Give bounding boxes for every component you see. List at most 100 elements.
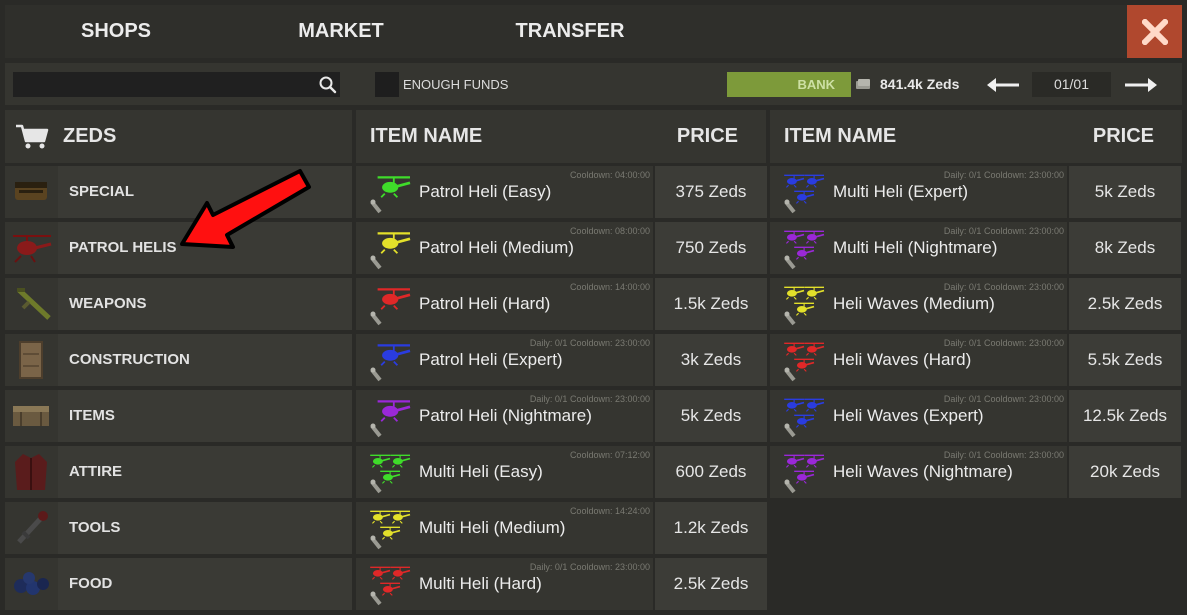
item-name: Patrol Heli (Medium) <box>419 238 574 257</box>
item-name: Multi Heli (Medium) <box>419 518 566 537</box>
helicopter-icon <box>784 286 825 326</box>
item-name-cell: Heli Waves (Hard) Daily: 0/1 Cooldown: 23… <box>770 334 1067 386</box>
helicopter-icon <box>370 288 411 326</box>
helicopter-icon <box>784 230 825 270</box>
close-x-icon <box>1141 18 1168 45</box>
empty-area <box>770 502 1182 612</box>
cart-icon <box>16 124 49 149</box>
berries-icon <box>14 572 49 595</box>
buy-price-button[interactable]: 5.5k Zeds <box>1069 334 1181 386</box>
item-name-cell: Heli Waves (Nightmare) Daily: 0/1 Cooldow… <box>770 446 1067 498</box>
enough-funds-label: ENOUGH FUNDS <box>403 77 509 92</box>
category-icon-box <box>5 334 58 386</box>
buy-price-button[interactable]: 8k Zeds <box>1069 222 1181 274</box>
crate-icon <box>15 182 47 200</box>
money-icon <box>856 79 870 89</box>
arrow-right-icon[interactable] <box>1123 76 1159 94</box>
buy-price-button[interactable]: 3k Zeds <box>655 334 767 386</box>
tab-shops[interactable]: SHOPS <box>76 5 156 58</box>
item-row[interactable]: Heli Waves (Medium) Daily: 0/1 Cooldown: … <box>770 278 1181 330</box>
item-name: Multi Heli (Hard) <box>419 574 542 593</box>
item-row[interactable]: Multi Heli (Easy) Cooldown: 07:12:00 600 Z… <box>356 446 767 498</box>
buy-price-button[interactable]: 12.5k Zeds <box>1069 390 1181 442</box>
helicopter-icon <box>370 400 411 438</box>
item-name-cell: Heli Waves (Expert) Daily: 0/1 Cooldown: … <box>770 390 1067 442</box>
item-row[interactable]: Multi Heli (Medium) Cooldown: 14:24:00 1.2… <box>356 502 767 554</box>
category-attire[interactable]: ATTIRE <box>5 446 352 498</box>
tab-market[interactable]: MARKET <box>295 5 387 58</box>
category-icon-box <box>5 278 58 330</box>
item-row[interactable]: Patrol Heli (Hard) Cooldown: 14:00:00 1.5k… <box>356 278 767 330</box>
helicopter-icon <box>370 566 411 606</box>
item-row[interactable]: Patrol Heli (Medium) Cooldown: 08:00:00 75… <box>356 222 767 274</box>
category-food[interactable]: FOOD <box>5 558 352 610</box>
item-cooldown: Daily: 0/1 Cooldown: 23:00:00 <box>943 394 1064 404</box>
helicopter-icon <box>370 510 411 550</box>
category-icon-box <box>5 502 58 554</box>
buy-price-button[interactable]: 600 Zeds <box>655 446 767 498</box>
wood-door-icon <box>19 341 43 379</box>
item-cooldown: Daily: 0/1 Cooldown: 23:00:00 <box>943 226 1064 236</box>
category-tools[interactable]: TOOLS <box>5 502 352 554</box>
helicopter-icon <box>370 176 411 214</box>
helicopter-icon <box>784 454 825 494</box>
item-name-cell: Multi Heli (Nightmare) Daily: 0/1 Cooldow… <box>770 222 1067 274</box>
category-label: FOOD <box>58 558 352 610</box>
item-cooldown: Daily: 0/1 Cooldown: 23:00:00 <box>943 170 1064 180</box>
price-header: PRICE <box>1092 125 1154 147</box>
item-row[interactable]: Patrol Heli (Expert) Daily: 0/1 Cooldown:… <box>356 334 767 386</box>
item-row[interactable]: Multi Heli (Expert) Daily: 0/1 Cooldown: … <box>770 166 1181 218</box>
helicopter-icon <box>370 344 411 382</box>
tab-transfer[interactable]: TRANSFER <box>510 5 630 58</box>
category-header <box>5 110 352 163</box>
buy-price-button[interactable]: 2.5k Zeds <box>1069 278 1181 330</box>
buy-price-button[interactable]: 1.5k Zeds <box>655 278 767 330</box>
search-input[interactable] <box>13 72 340 97</box>
enough-funds-checkbox[interactable] <box>375 72 399 97</box>
tool-icon <box>17 511 48 544</box>
item-cooldown: Daily: 0/1 Cooldown: 23:00:00 <box>943 282 1064 292</box>
helicopter-icon <box>13 235 52 263</box>
helicopter-icon <box>370 454 411 494</box>
item-name-cell: Multi Heli (Hard) Daily: 0/1 Cooldown: 23… <box>356 558 653 610</box>
item-row[interactable]: Heli Waves (Nightmare) Daily: 0/1 Cooldow… <box>770 446 1181 498</box>
item-cooldown: Daily: 0/1 Cooldown: 23:00:00 <box>529 338 650 348</box>
category-icon-box <box>5 558 58 610</box>
buy-price-button[interactable]: 750 Zeds <box>655 222 767 274</box>
search-icon[interactable] <box>318 75 338 95</box>
category-label: TOOLS <box>58 502 352 554</box>
item-name-cell: Heli Waves (Medium) Daily: 0/1 Cooldown: … <box>770 278 1067 330</box>
category-construction[interactable]: CONSTRUCTION <box>5 334 352 386</box>
item-row[interactable]: Heli Waves (Expert) Daily: 0/1 Cooldown: … <box>770 390 1181 442</box>
buy-price-button[interactable]: 375 Zeds <box>655 166 767 218</box>
item-row[interactable]: Patrol Heli (Easy) Cooldown: 04:00:00 375 … <box>356 166 767 218</box>
item-name-cell: Patrol Heli (Easy) Cooldown: 04:00:00 <box>356 166 653 218</box>
item-row[interactable]: Heli Waves (Hard) Daily: 0/1 Cooldown: 23… <box>770 334 1181 386</box>
category-label: WEAPONS <box>58 278 352 330</box>
item-cooldown: Daily: 0/1 Cooldown: 23:00:00 <box>943 338 1064 348</box>
item-cooldown: Cooldown: 04:00:00 <box>569 170 650 180</box>
buy-price-button[interactable]: 20k Zeds <box>1069 446 1181 498</box>
item-column-header-2: ITEM NAME PRICE <box>770 110 1182 163</box>
category-items[interactable]: ITEMS <box>5 390 352 442</box>
buy-price-button[interactable]: 5k Zeds <box>655 390 767 442</box>
item-row[interactable]: Multi Heli (Nightmare) Daily: 0/1 Cooldow… <box>770 222 1181 274</box>
item-row[interactable]: Multi Heli (Hard) Daily: 0/1 Cooldown: 23… <box>356 558 767 610</box>
buy-price-button[interactable]: 1.2k Zeds <box>655 502 767 554</box>
item-name-cell: Patrol Heli (Nightmare) Daily: 0/1 Cooldo… <box>356 390 653 442</box>
item-cooldown: Daily: 0/1 Cooldown: 23:00:00 <box>529 394 650 404</box>
item-name-cell: Patrol Heli (Hard) Cooldown: 14:00:00 <box>356 278 653 330</box>
page-indicator: 01/01 <box>1032 72 1111 97</box>
item-row[interactable]: Patrol Heli (Nightmare) Daily: 0/1 Cooldo… <box>356 390 767 442</box>
category-weapons[interactable]: WEAPONS <box>5 278 352 330</box>
buy-price-button[interactable]: 5k Zeds <box>1069 166 1181 218</box>
annotation-arrow-icon <box>180 169 311 249</box>
arrow-left-icon[interactable] <box>985 76 1021 94</box>
item-name-cell: Patrol Heli (Medium) Cooldown: 08:00:00 <box>356 222 653 274</box>
item-cooldown: Daily: 0/1 Cooldown: 23:00:00 <box>943 450 1064 460</box>
buy-price-button[interactable]: 2.5k Zeds <box>655 558 767 610</box>
bank-button[interactable]: BANK <box>727 72 851 97</box>
bank-balance: 841.4k Zeds <box>880 76 960 92</box>
item-name: Multi Heli (Easy) <box>419 462 543 481</box>
close-button[interactable] <box>1127 5 1182 58</box>
